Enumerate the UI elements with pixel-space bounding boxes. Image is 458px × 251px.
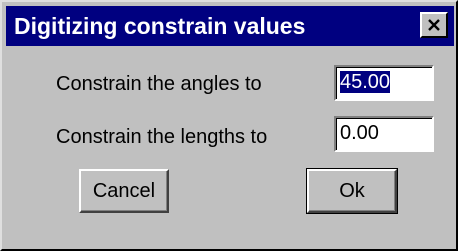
cancel-button[interactable]: Cancel (79, 169, 169, 213)
close-icon (428, 19, 440, 31)
dialog-window: Digitizing constrain values Constrain th… (0, 0, 458, 251)
lengths-input-value: 0.00 (340, 122, 379, 144)
angles-input[interactable]: 45.00 (334, 65, 434, 101)
dialog-title: Digitizing constrain values (14, 12, 306, 39)
angles-label: Constrain the angles to (56, 73, 262, 95)
title-bar[interactable]: Digitizing constrain values (6, 6, 454, 46)
angles-input-value: 45.00 (340, 71, 391, 93)
ok-button[interactable]: Ok (306, 168, 398, 214)
close-button[interactable] (420, 12, 448, 38)
lengths-input[interactable]: 0.00 (334, 116, 434, 152)
lengths-label: Constrain the lengths to (56, 126, 268, 148)
